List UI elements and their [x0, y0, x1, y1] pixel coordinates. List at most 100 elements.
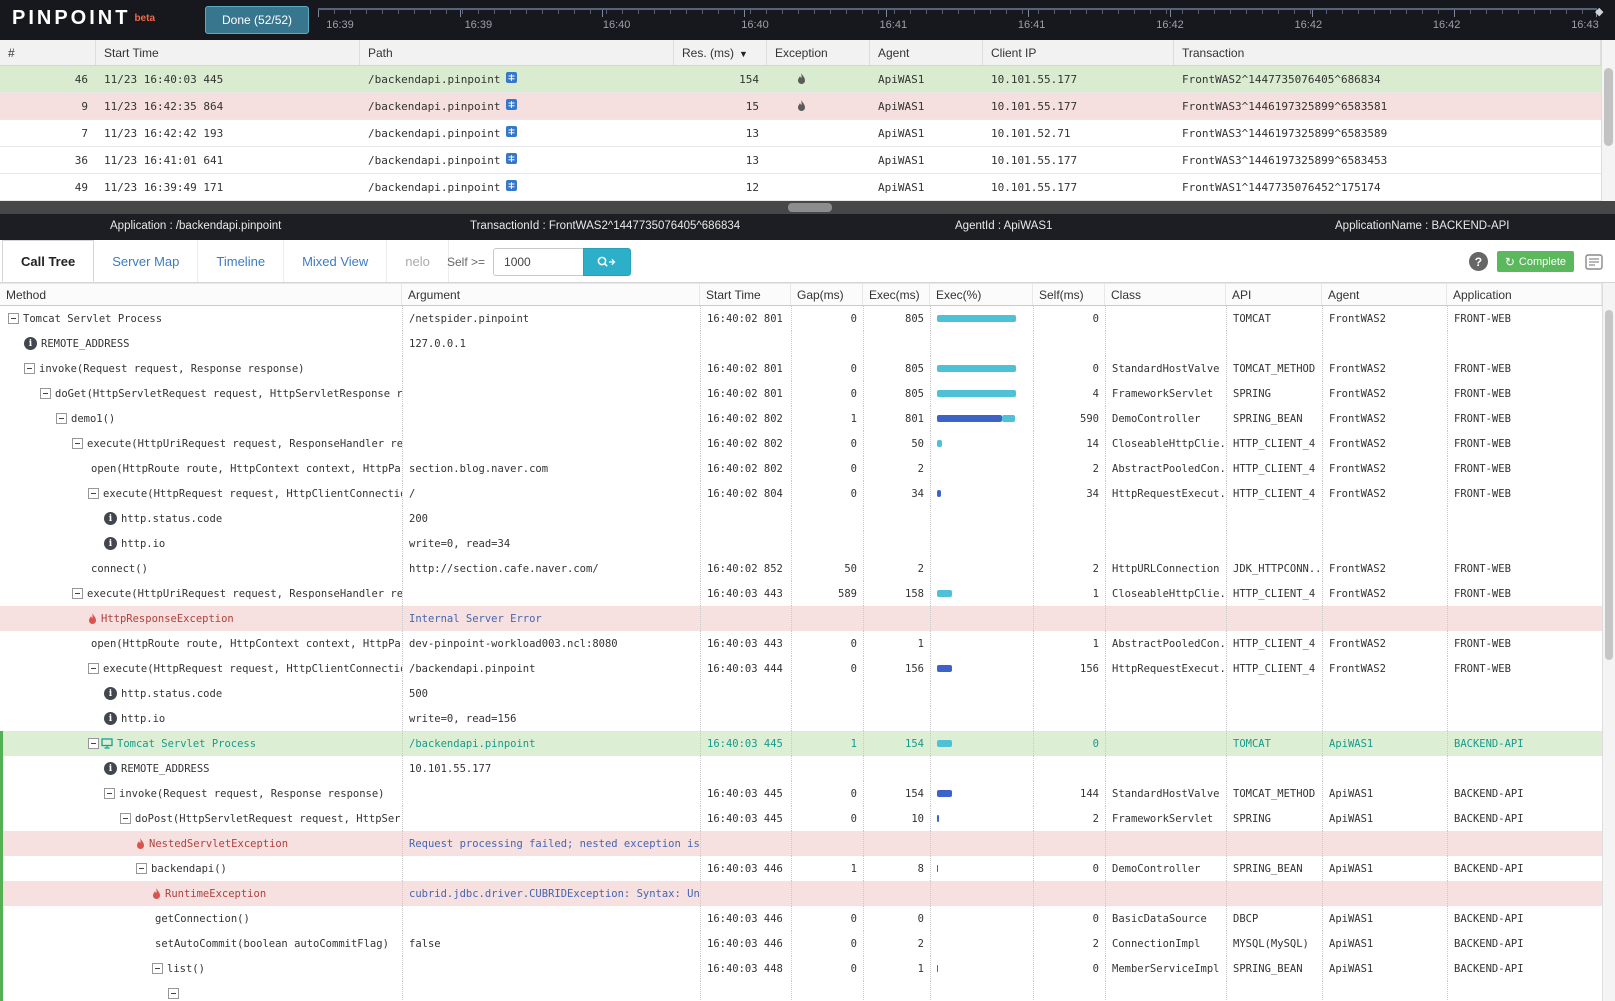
ct-col-exec-pct[interactable]: Exec(%) — [930, 284, 1033, 305]
col-header-exception[interactable]: Exception — [767, 40, 870, 65]
calltree-row[interactable]: doGet(HttpServletRequest request, HttpSe… — [0, 381, 1602, 406]
calltree-row[interactable]: invoke(Request request, Response respons… — [0, 356, 1602, 381]
search-button[interactable] — [583, 248, 631, 276]
calltree-row[interactable]: http.status.code 500 — [0, 681, 1602, 706]
col-header-num[interactable]: # — [0, 40, 96, 65]
method-label: execute(HttpUriRequest request, Response… — [87, 588, 402, 600]
inspector-icon[interactable] — [506, 99, 517, 113]
calltree-row[interactable]: setAutoCommit(boolean autoCommitFlag) fa… — [0, 931, 1602, 956]
ct-col-api[interactable]: API — [1226, 284, 1322, 305]
calltree-row[interactable]: connect() http://section.cafe.naver.com/… — [0, 556, 1602, 581]
view-tab[interactable]: Server Map — [94, 240, 198, 282]
view-tab[interactable]: Timeline — [198, 240, 284, 282]
transaction-row[interactable]: 36 11/23 16:41:01 641 /backendapi.pinpoi… — [0, 147, 1601, 174]
calltree-row[interactable]: Tomcat Servlet Process /backendapi.pinpo… — [0, 731, 1602, 756]
ct-col-exec[interactable]: Exec(ms) — [863, 284, 930, 305]
cell-argument — [402, 581, 700, 606]
calltree-row[interactable]: execute(HttpUriRequest request, Response… — [0, 431, 1602, 456]
inspector-icon[interactable] — [506, 126, 517, 140]
ct-col-method[interactable]: Method — [0, 284, 402, 305]
collapse-toggle-icon[interactable] — [136, 863, 147, 874]
col-header-start-time[interactable]: Start Time — [96, 40, 360, 65]
ct-col-agent[interactable]: Agent — [1322, 284, 1447, 305]
ct-col-class[interactable]: Class — [1105, 284, 1226, 305]
calltree-row[interactable]: open(HttpRoute route, HttpContext contex… — [0, 456, 1602, 481]
col-header-client-ip[interactable]: Client IP — [983, 40, 1174, 65]
cell-agent: ApiWAS1 — [870, 120, 983, 146]
timeline-handle-icon[interactable] — [1595, 2, 1607, 14]
transaction-row[interactable]: 9 11/23 16:42:35 864 /backendapi.pinpoin… — [0, 93, 1601, 120]
transaction-vertical-scrollbar[interactable] — [1601, 40, 1615, 201]
calltree-row[interactable]: http.io write=0, read=34 — [0, 531, 1602, 556]
cell-agent: ApiWAS1 — [1322, 931, 1447, 956]
view-tab[interactable]: Mixed View — [284, 240, 387, 282]
calltree-row[interactable]: RuntimeException cubrid.jdbc.driver.CUBR… — [0, 881, 1602, 906]
inspector-icon[interactable] — [506, 72, 517, 86]
cell-response-ms: 154 — [674, 66, 767, 92]
collapse-toggle-icon[interactable] — [40, 388, 51, 399]
collapse-toggle-icon[interactable] — [56, 413, 67, 424]
collapse-toggle-icon[interactable] — [168, 988, 179, 999]
ct-col-start-time[interactable]: Start Time — [700, 284, 791, 305]
calltree-row[interactable]: backendapi() 16:40:03 446 1 8 0 DemoCont… — [0, 856, 1602, 881]
col-header-transaction[interactable]: Transaction — [1174, 40, 1601, 65]
calltree-row[interactable] — [0, 981, 1602, 1001]
view-tab[interactable]: Call Tree — [2, 240, 94, 282]
cell-argument: false — [402, 931, 700, 956]
ct-col-gap[interactable]: Gap(ms) — [791, 284, 863, 305]
cell-exec-pct — [930, 531, 1033, 556]
col-header-agent[interactable]: Agent — [870, 40, 983, 65]
calltree-row[interactable]: NestedServletException Request processin… — [0, 831, 1602, 856]
collapse-toggle-icon[interactable] — [72, 438, 83, 449]
ct-col-argument[interactable]: Argument — [402, 284, 700, 305]
calltree-row[interactable]: invoke(Request request, Response respons… — [0, 781, 1602, 806]
collapse-toggle-icon[interactable] — [72, 588, 83, 599]
collapse-toggle-icon[interactable] — [24, 363, 35, 374]
collapse-toggle-icon[interactable] — [120, 813, 131, 824]
timeline-scrubber[interactable]: 16:39 16:39 16:40 16:40 16:41 16:41 16:4… — [318, 0, 1607, 40]
help-icon[interactable] — [1469, 252, 1488, 271]
calltree-row[interactable]: REMOTE_ADDRESS 10.101.55.177 — [0, 756, 1602, 781]
calltree-row[interactable]: open(HttpRoute route, HttpContext contex… — [0, 631, 1602, 656]
transaction-horizontal-scrollbar[interactable] — [0, 201, 1615, 214]
ct-col-application[interactable]: Application — [1447, 284, 1602, 305]
calltree-row[interactable]: doPost(HttpServletRequest request, HttpS… — [0, 806, 1602, 831]
info-icon — [104, 512, 117, 525]
list-view-icon[interactable] — [1583, 252, 1605, 272]
inspector-icon[interactable] — [506, 153, 517, 167]
transaction-row[interactable]: 7 11/23 16:42:42 193 /backendapi.pinpoin… — [0, 120, 1601, 147]
transaction-row[interactable]: 46 11/23 16:40:03 445 /backendapi.pinpoi… — [0, 66, 1601, 93]
transaction-horizontal-scrollbar-thumb[interactable] — [788, 203, 832, 212]
calltree-row[interactable]: http.status.code 200 — [0, 506, 1602, 531]
complete-badge[interactable]: Complete — [1497, 251, 1574, 272]
calltree-row[interactable]: execute(HttpUriRequest request, Response… — [0, 581, 1602, 606]
collapse-toggle-icon[interactable] — [88, 663, 99, 674]
calltree-row[interactable]: getConnection() 16:40:03 446 0 0 0 Basic… — [0, 906, 1602, 931]
cell-application — [1447, 831, 1602, 856]
done-button[interactable]: Done (52/52) — [205, 6, 309, 34]
collapse-toggle-icon[interactable] — [88, 738, 99, 749]
calltree-row[interactable]: execute(HttpRequest request, HttpClientC… — [0, 481, 1602, 506]
calltree-row[interactable]: execute(HttpRequest request, HttpClientC… — [0, 656, 1602, 681]
collapse-toggle-icon[interactable] — [104, 788, 115, 799]
calltree-vertical-scrollbar-thumb[interactable] — [1605, 310, 1613, 660]
collapse-toggle-icon[interactable] — [152, 963, 163, 974]
col-header-path[interactable]: Path — [360, 40, 674, 65]
inspector-icon[interactable] — [506, 180, 517, 194]
calltree-row[interactable]: REMOTE_ADDRESS 127.0.0.1 — [0, 331, 1602, 356]
calltree-vertical-scrollbar[interactable] — [1602, 283, 1615, 1001]
self-threshold-input[interactable] — [493, 248, 583, 276]
transaction-vertical-scrollbar-thumb[interactable] — [1604, 68, 1613, 146]
transaction-row[interactable]: 49 11/23 16:39:49 171 /backendapi.pinpoi… — [0, 174, 1601, 201]
calltree-row[interactable]: http.io write=0, read=156 — [0, 706, 1602, 731]
exec-percent-bar — [937, 665, 1027, 672]
calltree-row[interactable]: list() 16:40:03 448 0 1 0 MemberServiceI… — [0, 956, 1602, 981]
calltree-row[interactable]: demo1() 16:40:02 802 1 801 590 DemoContr… — [0, 406, 1602, 431]
ct-col-self[interactable]: Self(ms) — [1033, 284, 1105, 305]
calltree-row[interactable]: Tomcat Servlet Process /netspider.pinpoi… — [0, 306, 1602, 331]
collapse-toggle-icon[interactable] — [8, 313, 19, 324]
view-tab[interactable]: nelo — [387, 240, 449, 282]
calltree-row[interactable]: HttpResponseException Internal Server Er… — [0, 606, 1602, 631]
collapse-toggle-icon[interactable] — [88, 488, 99, 499]
col-header-response[interactable]: Res. (ms) — [674, 40, 767, 65]
